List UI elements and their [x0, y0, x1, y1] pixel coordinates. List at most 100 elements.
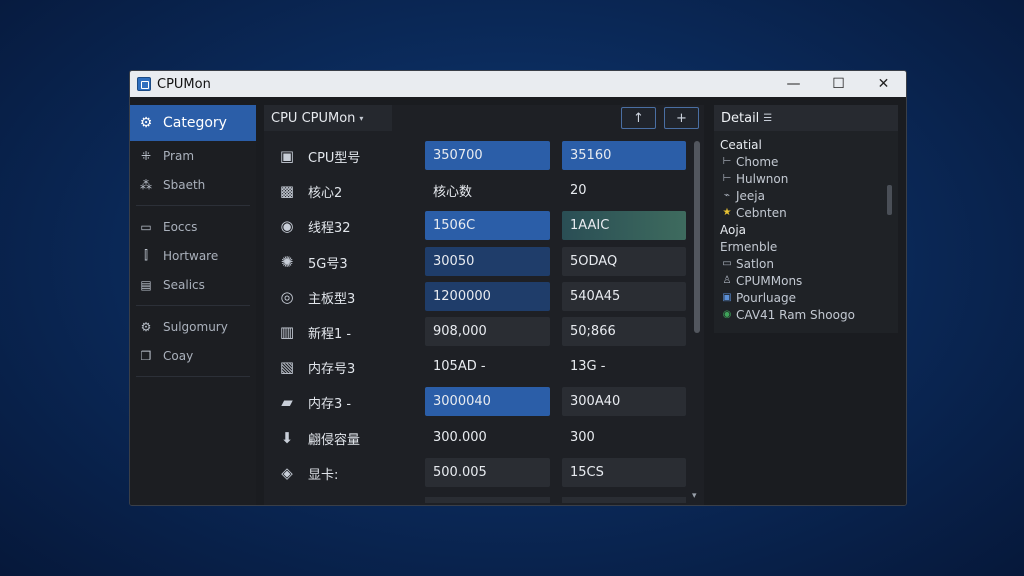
- scrollbar-thumb[interactable]: [694, 141, 700, 333]
- spec-value-cell[interactable]: 300.000: [425, 423, 550, 452]
- spec-value-cell[interactable]: 350700: [425, 141, 550, 170]
- tree-item-label: Chome: [736, 154, 779, 169]
- spec-row[interactable]: ⬇ 翩侵容量 300.000 300: [264, 423, 694, 452]
- spec-value-cell[interactable]: 35160: [562, 141, 686, 170]
- spec-value-cell[interactable]: 15CS: [562, 458, 686, 487]
- maximize-button[interactable]: ☐: [816, 71, 861, 97]
- spec-value-cell[interactable]: 1AAIC: [562, 211, 686, 240]
- sidebar-item-label: Pram: [163, 148, 195, 163]
- close-button[interactable]: ✕: [861, 71, 906, 97]
- spec-value-cell[interactable]: 13G -: [562, 352, 686, 381]
- spec-label: 主板型3: [308, 292, 356, 307]
- add-button[interactable]: +: [664, 107, 699, 129]
- detail-scrollbar-thumb[interactable]: [887, 185, 892, 215]
- tree-item[interactable]: ⌁ Jeeja: [720, 187, 886, 204]
- chart-icon: ⫿: [144, 248, 148, 262]
- sync-icon: ✺: [280, 253, 294, 271]
- window-icon: ▤: [140, 277, 152, 292]
- spec-value-cell[interactable]: 20: [562, 176, 686, 205]
- gear-icon: ⚙: [139, 115, 153, 131]
- sidebar-item-label: Category: [163, 115, 227, 131]
- sidebar-item-sulgomury[interactable]: ⚙ Sulgomury: [130, 312, 256, 341]
- spec-value-cell[interactable]: 30050: [425, 247, 550, 276]
- tree-item-label: CAV41 Ram Shoogo: [736, 307, 855, 322]
- user-icon: ♙: [722, 275, 732, 286]
- window-controls: — ☐ ✕: [771, 71, 906, 97]
- detail-title: Detail: [721, 110, 760, 126]
- sidebar-item-category[interactable]: ⚙ Category: [130, 105, 256, 141]
- tree-item-label: Pourluage: [736, 290, 796, 305]
- disc-icon: ◉: [280, 217, 294, 235]
- tab-label: CPU CPUMon: [271, 110, 356, 126]
- tree-item[interactable]: ▣ Pourluage: [720, 289, 886, 306]
- minimize-button[interactable]: —: [771, 71, 816, 97]
- tab-cpu-cpumon[interactable]: CPU CPUMon ▾: [264, 105, 392, 131]
- chip-icon: ▣: [279, 147, 295, 165]
- monitor-icon: ▣: [722, 292, 732, 303]
- move-up-button[interactable]: ↑: [621, 107, 656, 129]
- spec-row[interactable]: ▣ CPU型号 350700 35160: [264, 141, 694, 170]
- sidebar-item-label: Sulgomury: [163, 319, 228, 334]
- partial-cell: [562, 497, 686, 503]
- tree-item[interactable]: ▭ Satlon: [720, 255, 886, 272]
- spec-label: 新程1 -: [308, 327, 352, 342]
- spec-label: 翩侵容量: [308, 433, 361, 448]
- tree-item[interactable]: ♙ CPUMMons: [720, 272, 886, 289]
- vertical-scrollbar[interactable]: ▾: [692, 141, 701, 501]
- detail-tree: Ceatial ⊢ Chome ⊢ Hulwnon ⌁ Jeeja ★ Cebnten Aoja E…: [720, 136, 886, 323]
- spec-row[interactable]: ▩ 核心2 核心数 20: [264, 176, 694, 205]
- sidebar: ⚙ Category ⁜ Pram ⁂ Sbaeth ▭ Eoccs ⫿ Hor…: [130, 105, 256, 505]
- spec-value-cell[interactable]: 3000040: [425, 387, 550, 416]
- tree-item[interactable]: ◉ CAV41 Ram Shoogo: [720, 306, 886, 323]
- tree-item[interactable]: ⊢ Chome: [720, 153, 886, 170]
- sidebar-item-coay[interactable]: ❒ Coay: [130, 341, 256, 370]
- spec-value-cell[interactable]: 540A45: [562, 282, 686, 311]
- sidebar-item-eoccs[interactable]: ▭ Eoccs: [130, 212, 256, 241]
- spec-value-cell[interactable]: 50;866: [562, 317, 686, 346]
- spec-row[interactable]: ▧ 内存号3 105AD - 13G -: [264, 352, 694, 381]
- spec-row[interactable]: ▥ 新程1 - 908,000 50;866: [264, 317, 694, 346]
- hardware-panel: CPU CPUMon ▾ ↑ + ▣ CPU型号 350700 35160 ▩ 核心2 核心…: [264, 105, 704, 505]
- chrome-icon: ◉: [722, 309, 732, 320]
- window-body: ⚙ Category ⁜ Pram ⁂ Sbaeth ▭ Eoccs ⫿ Hor…: [130, 97, 906, 505]
- tree-group-header[interactable]: Ceatial: [720, 136, 886, 153]
- scroll-down-icon[interactable]: ▾: [692, 491, 697, 501]
- sidebar-divider: [136, 376, 250, 377]
- spec-row[interactable]: ◈ 显卡: 500.005 15CS: [264, 458, 694, 487]
- spec-value-cell[interactable]: 5ODAQ: [562, 247, 686, 276]
- tree-group-header[interactable]: Aoja: [720, 221, 886, 238]
- spec-label: 线程32: [308, 221, 351, 236]
- spec-value-cell[interactable]: 105AD -: [425, 352, 550, 381]
- spec-value-cell[interactable]: 核心数: [425, 176, 550, 205]
- spec-value-cell[interactable]: 1200000: [425, 282, 550, 311]
- spec-row[interactable]: ▰ 内存3 - 3000040 300A40: [264, 387, 694, 416]
- processor-icon: ▩: [279, 182, 295, 200]
- window-title: CPUMon: [157, 76, 211, 92]
- menu-lines-icon: ☰: [763, 112, 773, 124]
- spec-value-cell[interactable]: 908,000: [425, 317, 550, 346]
- sidebar-divider: [136, 205, 250, 206]
- sidebar-item-hortware[interactable]: ⫿ Hortware: [130, 241, 256, 270]
- tree-item[interactable]: Ermenble: [720, 238, 886, 255]
- spec-value-cell[interactable]: 500.005: [425, 458, 550, 487]
- spec-value-cell[interactable]: 300A40: [562, 387, 686, 416]
- detail-header[interactable]: Detail ☰: [714, 105, 898, 131]
- spec-row[interactable]: ◉ 线程32 1506C 1AAIC: [264, 211, 694, 240]
- spec-row[interactable]: ◎ 主板型3 1200000 540A45: [264, 282, 694, 311]
- tree-item[interactable]: ★ Cebnten: [720, 204, 886, 221]
- tree-item-label: Jeeja: [736, 188, 765, 203]
- target-icon: ◎: [280, 288, 294, 306]
- spec-row[interactable]: ✺ 5G号3 30050 5ODAQ: [264, 247, 694, 276]
- sidebar-item-sealics[interactable]: ▤ Sealics: [130, 270, 256, 299]
- spec-label: 5G号3: [308, 257, 348, 272]
- spec-label: CPU型号: [308, 151, 361, 166]
- memory-icon: ▧: [279, 358, 295, 376]
- spec-value-cell[interactable]: 1506C: [425, 211, 550, 240]
- tree-item[interactable]: ⊢ Hulwnon: [720, 170, 886, 187]
- sidebar-item-sbaeth[interactable]: ⁂ Sbaeth: [130, 170, 256, 199]
- spec-value-cell[interactable]: 300: [562, 423, 686, 452]
- folder-icon: ▰: [281, 393, 293, 411]
- sidebar-item-label: Hortware: [163, 248, 219, 263]
- sidebar-item-pram[interactable]: ⁜ Pram: [130, 141, 256, 170]
- title-bar[interactable]: CPUMon — ☐ ✕: [130, 71, 906, 97]
